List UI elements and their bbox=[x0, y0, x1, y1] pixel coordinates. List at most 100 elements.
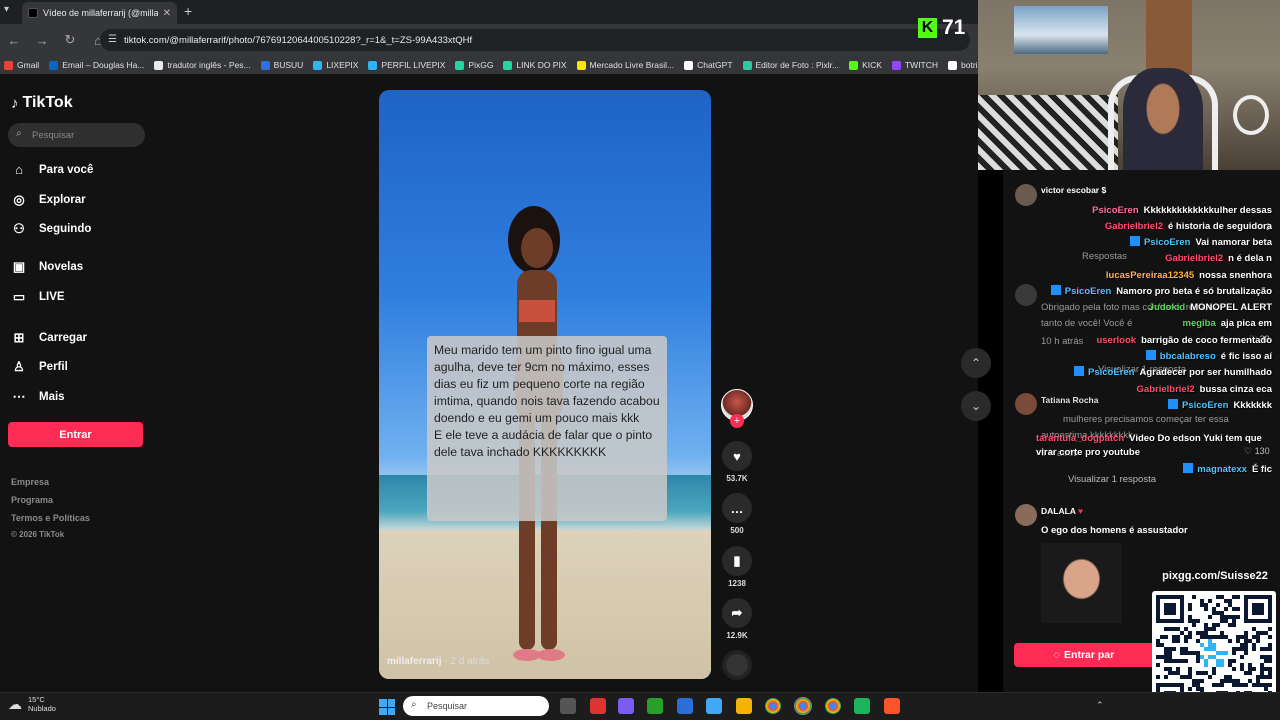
like-count: 53.7K bbox=[726, 474, 748, 483]
bookmark-item[interactable]: Editor de Foto : Pixlr... bbox=[742, 60, 839, 70]
comment-button[interactable]: … 500 bbox=[722, 493, 752, 535]
chrome-icon[interactable] bbox=[765, 698, 781, 714]
media-app-icon[interactable] bbox=[590, 698, 606, 714]
weather-widget[interactable]: ☁ 15°C Nublado bbox=[8, 695, 56, 713]
comment-username[interactable]: DALALA ♥ bbox=[1041, 506, 1083, 516]
upload-icon: ⊞ bbox=[13, 330, 25, 345]
new-tab-button[interactable]: + bbox=[184, 3, 192, 19]
music-disc-icon[interactable] bbox=[722, 650, 752, 680]
sidebar-item-novelas[interactable]: ▣ Novelas bbox=[11, 259, 83, 275]
novelas-icon: ▣ bbox=[12, 259, 26, 274]
tiktok-favicon-icon bbox=[28, 8, 38, 18]
sidebar-item-perfil[interactable]: ♙ Perfil bbox=[11, 359, 68, 375]
bookmark-item[interactable]: PixGG bbox=[455, 60, 493, 70]
bookmark-favicon-icon bbox=[49, 60, 59, 70]
system-tray-chevron-icon[interactable]: ⌃ bbox=[1096, 700, 1104, 711]
commenter-avatar[interactable] bbox=[1015, 504, 1037, 526]
search-icon: ⌕ bbox=[16, 128, 22, 139]
like-button[interactable]: ♥ 53.7K bbox=[722, 441, 752, 483]
brave-icon[interactable] bbox=[884, 698, 900, 714]
chat-username: PsicoEren bbox=[1181, 400, 1229, 411]
address-bar[interactable]: ☰ tiktok.com/@millaferrarif/photo/767691… bbox=[100, 29, 970, 51]
footer-link-empresa[interactable]: Empresa bbox=[11, 477, 49, 487]
sidebar-item-mais[interactable]: ⋯ Mais bbox=[11, 389, 65, 405]
chat-username: Gabrielbriel2 bbox=[1165, 253, 1224, 264]
folder-icon[interactable] bbox=[736, 698, 752, 714]
vpn-app-icon[interactable] bbox=[618, 698, 634, 714]
footer-link-termos[interactable]: Termos e Políticas bbox=[11, 513, 90, 523]
chat-text: Kkkkkkk bbox=[1233, 400, 1272, 411]
bookmark-favicon-icon bbox=[154, 60, 164, 70]
weather-condition: Nublado bbox=[28, 704, 56, 713]
view-replies-link[interactable]: Visualizar 1 resposta bbox=[1068, 474, 1156, 485]
bookmark-item[interactable]: tradutor inglês - Pes... bbox=[154, 60, 251, 70]
taskbar-search-placeholder: Pesquisar bbox=[427, 701, 468, 711]
bookmark-item[interactable]: TWITCH bbox=[891, 60, 938, 70]
comment-text: O ego dos homens é assustador bbox=[1041, 525, 1188, 536]
sidebar-item-carregar[interactable]: ⊞ Carregar bbox=[11, 330, 87, 346]
back-arrow-icon[interactable]: ← bbox=[6, 32, 22, 48]
chat-message: Gabrielbriel2 bussa cinza eca bbox=[1137, 383, 1272, 397]
comment-login-button[interactable]: ◌ Entrar par bbox=[1014, 643, 1154, 667]
chrome-active-icon[interactable] bbox=[794, 697, 812, 715]
green-app-icon[interactable] bbox=[854, 698, 870, 714]
bookmark-item[interactable]: BUSUU bbox=[260, 60, 303, 70]
sidebar-item-para-voce[interactable]: ⌂ Para você bbox=[11, 162, 93, 177]
bookmark-item[interactable]: LIXEPIX bbox=[313, 60, 358, 70]
previous-video-button[interactable]: ⌃ bbox=[961, 348, 991, 378]
bookmark-label: ChatGPT bbox=[697, 60, 733, 70]
explorer-app-icon[interactable] bbox=[706, 698, 722, 714]
bookmark-item[interactable]: Mercado Livre Brasil... bbox=[576, 60, 674, 70]
bookmark-item[interactable]: ChatGPT bbox=[684, 60, 733, 70]
underlying-comment-text: tanto de você! Você é bbox=[1041, 318, 1133, 329]
tab-search-icon[interactable]: ▾ bbox=[4, 4, 9, 15]
close-tab-icon[interactable]: ✕ bbox=[163, 8, 171, 19]
sidebar-item-live[interactable]: ▭ LIVE bbox=[11, 289, 65, 305]
tiktok-logo[interactable]: ♪ TikTok bbox=[11, 94, 73, 112]
bookmark-item[interactable]: PERFIL LIVEPIX bbox=[368, 60, 445, 70]
comment-icon: … bbox=[722, 493, 752, 523]
bookmark-item[interactable]: KICK bbox=[849, 60, 882, 70]
bookmark-item[interactable]: Gmail bbox=[4, 60, 39, 70]
login-button[interactable]: Entrar bbox=[8, 422, 143, 447]
chat-username: lucasPereiraa12345 bbox=[1105, 270, 1195, 281]
chrome-profile-icon[interactable] bbox=[825, 698, 841, 714]
chat-username: Gabrielbriel2 bbox=[1136, 384, 1195, 395]
site-info-icon[interactable]: ☰ bbox=[108, 34, 117, 45]
chat-username: PsicoEren bbox=[1088, 367, 1135, 378]
bookmark-item[interactable]: Email – Douglas Ha... bbox=[49, 60, 144, 70]
share-button[interactable]: ➦ 12.9K bbox=[722, 598, 752, 640]
save-count: 1238 bbox=[728, 579, 746, 588]
video-author[interactable]: millaferrarij · 2 d atrás bbox=[387, 656, 489, 667]
chat-message: userlook barrigão de coco fermentado bbox=[1096, 334, 1272, 348]
comment-username[interactable]: victor escobar $ bbox=[1041, 185, 1106, 195]
profile-icon: ♙ bbox=[13, 359, 25, 374]
save-button[interactable]: ▮ 1238 bbox=[722, 546, 752, 588]
commenter-avatar[interactable] bbox=[1015, 184, 1037, 206]
follow-plus-icon[interactable]: + bbox=[730, 414, 744, 428]
browser-tab-active[interactable]: Vídeo de millaferrarij (@millaferr ✕ bbox=[22, 2, 177, 24]
sidebar-item-seguindo[interactable]: ⚇ Seguindo bbox=[11, 221, 91, 237]
chat-username: magnatexx bbox=[1197, 464, 1247, 475]
commenter-avatar[interactable] bbox=[1015, 284, 1037, 306]
taskbar-search-input[interactable]: ⌕ Pesquisar bbox=[403, 696, 549, 716]
search-input[interactable]: ⌕ Pesquisar bbox=[8, 123, 145, 147]
bookmark-item[interactable]: botrix bbox=[948, 60, 978, 70]
forward-arrow-icon[interactable]: → bbox=[34, 32, 50, 48]
next-video-button[interactable]: ⌄ bbox=[961, 391, 991, 421]
home-icon: ⌂ bbox=[15, 162, 23, 177]
commenter-avatar[interactable] bbox=[1015, 393, 1037, 415]
chat-badge-icon bbox=[1129, 236, 1140, 246]
sidebar-item-explorar[interactable]: ◎ Explorar bbox=[11, 192, 85, 208]
comment-username[interactable]: Tatiana Rocha bbox=[1041, 395, 1098, 405]
bookmark-item[interactable]: LINK DO PIX bbox=[503, 60, 567, 70]
reload-icon[interactable]: ↻ bbox=[62, 32, 78, 48]
chat-message: PsicoEren Agradecer por ser humilhado bbox=[1074, 366, 1272, 380]
following-icon: ⚇ bbox=[13, 221, 25, 236]
start-button[interactable] bbox=[379, 699, 395, 715]
footer-link-programa[interactable]: Programa bbox=[11, 495, 53, 505]
xbox-icon[interactable] bbox=[647, 698, 663, 714]
task-view-icon[interactable] bbox=[560, 698, 576, 714]
search-placeholder: Pesquisar bbox=[32, 129, 75, 141]
notes-app-icon[interactable] bbox=[677, 698, 693, 714]
